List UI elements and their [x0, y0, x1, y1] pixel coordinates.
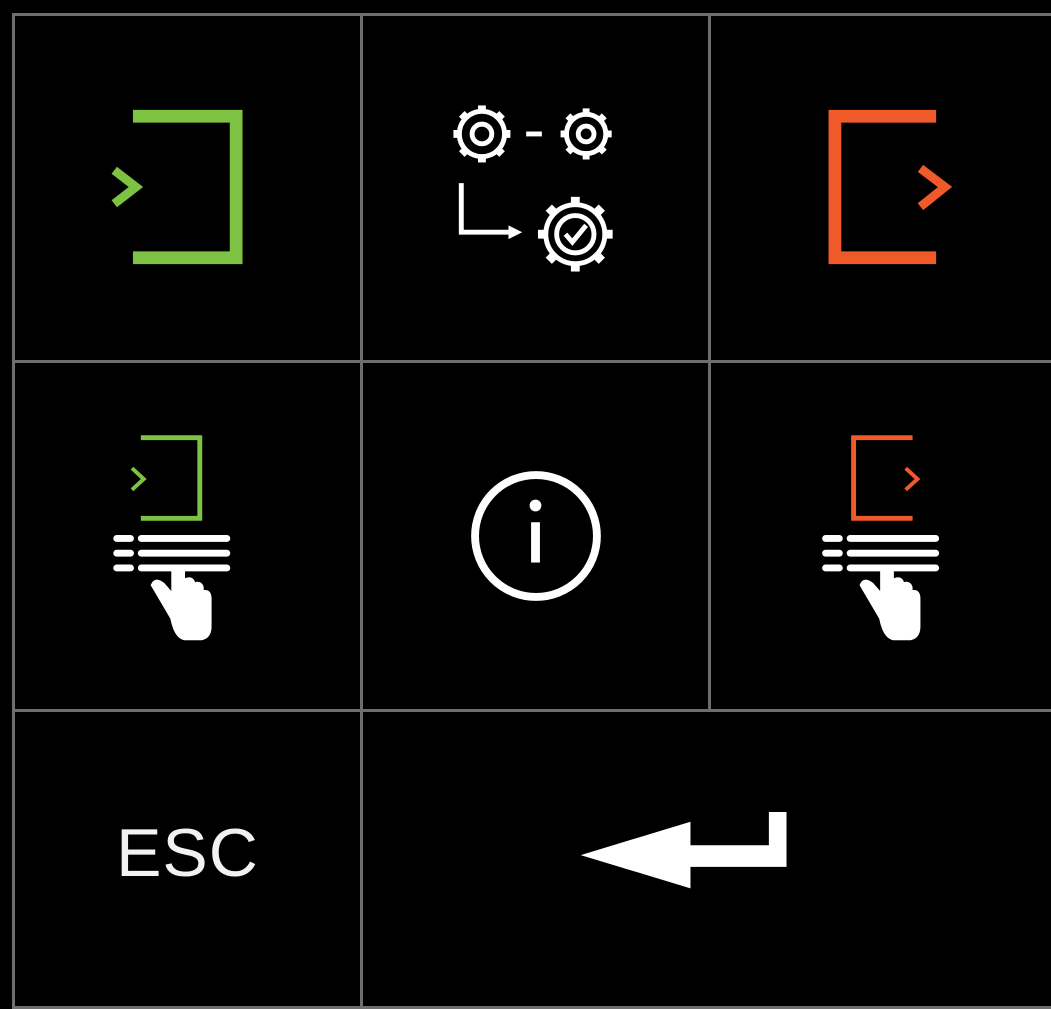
keypad-panel: ESC: [0, 0, 1051, 1009]
gears-process-check-icon: [453, 105, 613, 272]
info-icon: [471, 471, 601, 601]
logout-icon: [828, 109, 953, 265]
enter-key[interactable]: [360, 709, 1051, 1009]
esc-key[interactable]: ESC: [12, 709, 363, 1009]
enter-return-icon: [580, 811, 787, 889]
esc-label: ESC: [116, 815, 259, 891]
login-key[interactable]: [12, 13, 363, 363]
keypad-login-icon: [113, 435, 231, 641]
manual-logout-key[interactable]: [708, 360, 1051, 712]
logout-key[interactable]: [708, 13, 1051, 363]
keypad-logout-icon: [822, 435, 940, 641]
process-settings-key[interactable]: [360, 13, 711, 363]
login-icon: [111, 109, 243, 265]
info-key[interactable]: [360, 360, 711, 712]
manual-login-key[interactable]: [12, 360, 363, 712]
